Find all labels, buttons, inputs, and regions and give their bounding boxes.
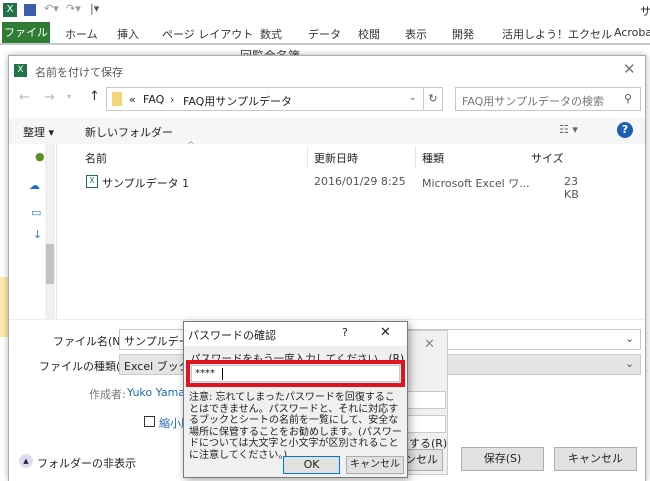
- refresh-button[interactable]: ↻: [423, 87, 443, 111]
- command-bar: 整理 ▾ 新しいフォルダー ☷ ▾ ?: [9, 118, 645, 144]
- save-icon[interactable]: [24, 4, 36, 16]
- filename-label: ファイル名(N):: [53, 335, 129, 348]
- sort-icon: ^: [187, 141, 195, 151]
- tab-page-layout[interactable]: ページ レイアウト: [162, 26, 253, 42]
- chevron-down-icon[interactable]: ⌄: [625, 357, 634, 370]
- chevron-up-icon[interactable]: ▲: [19, 454, 33, 468]
- tab-acrobat[interactable]: Acroba: [614, 26, 650, 39]
- password-input[interactable]: ****: [191, 365, 400, 382]
- tab-formulas[interactable]: 数式: [260, 26, 282, 42]
- folder-icon: [112, 92, 122, 106]
- hide-folders-button[interactable]: フォルダーの非表示: [37, 455, 136, 471]
- organize-button[interactable]: 整理 ▾: [23, 124, 54, 140]
- tab-insert[interactable]: 挿入: [117, 26, 139, 42]
- new-folder-button[interactable]: 新しいフォルダー: [85, 124, 173, 140]
- tab-developer[interactable]: 開発: [452, 26, 474, 42]
- search-placeholder: FAQ用サンプルデータの検索: [462, 95, 604, 108]
- file-modified: 2016/01/29 8:25: [314, 175, 406, 188]
- close-icon[interactable]: ✕: [424, 337, 435, 352]
- column-size[interactable]: サイズ: [531, 150, 564, 166]
- prompt-label: パスワードをもう一度入力してください。(R): [190, 353, 405, 360]
- pc-icon[interactable]: ▭: [31, 206, 41, 219]
- save-button[interactable]: 保存(S): [461, 447, 544, 471]
- column-modified[interactable]: 更新日時: [314, 150, 358, 166]
- ribbon-tabs: ファイル ホーム 挿入 ページ レイアウト 数式 データ 校閲 表示 開発 活用…: [0, 20, 650, 45]
- forward-icon[interactable]: →: [44, 90, 55, 105]
- tab-katsuyou[interactable]: 活用しよう！エクセル: [502, 26, 612, 42]
- scrollbar-thumb[interactable]: [46, 244, 54, 284]
- dialog-title: 名前を付けて保存: [35, 66, 123, 79]
- chevron-down-icon[interactable]: ⌄: [409, 93, 417, 103]
- dialog-title: パスワードの確認: [188, 329, 276, 342]
- excel-logo-icon: X: [14, 64, 27, 77]
- close-icon[interactable]: ✕: [623, 60, 636, 78]
- cancel-button[interactable]: キャンセル: [554, 447, 637, 471]
- scrollbar[interactable]: [45, 144, 55, 319]
- cancel-button[interactable]: キャンセル: [346, 456, 404, 474]
- navigation-pane: ● ☁ ▭ ↓: [9, 144, 57, 319]
- column-type[interactable]: 種類: [422, 150, 444, 166]
- file-list-header: 名前 ^ 更新日時 種類 サイズ: [69, 141, 645, 168]
- tab-home[interactable]: ホーム: [65, 26, 98, 42]
- chevron-down-icon[interactable]: ⌄: [625, 332, 634, 345]
- warning-note: 注意: 忘れてしまったパスワードを回復することはできません。パスワードと、それに…: [189, 392, 402, 461]
- selected-cells: [0, 277, 8, 337]
- tab-review[interactable]: 校閲: [358, 26, 380, 42]
- tab-view[interactable]: 表示: [405, 26, 427, 42]
- excel-logo-icon: X: [3, 3, 17, 17]
- filetype-value: Excel ブック: [124, 360, 190, 373]
- address-bar[interactable]: « FAQ › FAQ用サンプルデータ ⌄: [106, 87, 424, 111]
- quick-access-toolbar: X ↶▾ ↷▾ |▾ サ: [0, 0, 650, 20]
- redo-icon[interactable]: ↷▾: [66, 2, 81, 15]
- author-label: 作成者:: [89, 388, 126, 401]
- confirm-password-dialog: パスワードの確認 ? ✕ パスワードをもう一度入力してください。(R) ****…: [183, 321, 408, 478]
- customize-icon[interactable]: |▾: [90, 2, 99, 15]
- recent-icon[interactable]: ▾: [67, 92, 71, 101]
- up-icon[interactable]: ↑: [89, 89, 100, 104]
- onedrive-icon[interactable]: ☁: [29, 179, 40, 192]
- file-row[interactable]: X サンプルデータ 1 2016/01/29 8:25 Microsoft Ex…: [69, 172, 579, 201]
- ok-button[interactable]: OK: [283, 456, 340, 474]
- breadcrumb-overflow[interactable]: «: [129, 93, 136, 106]
- window-title: サ: [640, 5, 650, 18]
- view-options-icon[interactable]: ☷ ▾: [559, 123, 578, 136]
- download-icon[interactable]: ↓: [33, 228, 42, 241]
- search-icon[interactable]: ⚲: [624, 92, 632, 105]
- close-button[interactable]: ✕: [380, 325, 391, 340]
- column-name[interactable]: 名前: [85, 150, 107, 166]
- undo-icon[interactable]: ↶▾: [44, 2, 59, 15]
- thumbnail-checkbox[interactable]: [144, 416, 155, 427]
- search-input[interactable]: FAQ用サンプルデータの検索 ⚲: [455, 87, 641, 111]
- help-icon[interactable]: ?: [617, 122, 633, 138]
- back-icon[interactable]: ←: [19, 90, 30, 105]
- file-size: 23 KB: [564, 175, 579, 201]
- help-button[interactable]: ?: [342, 326, 348, 339]
- text-cursor: [222, 368, 223, 380]
- user-icon[interactable]: ●: [35, 150, 45, 163]
- breadcrumb-separator: ›: [170, 93, 175, 106]
- file-name: サンプルデータ 1: [102, 177, 190, 190]
- titlebar: パスワードの確認 ? ✕: [184, 322, 407, 346]
- file-type: Microsoft Excel ワ...: [422, 177, 530, 190]
- breadcrumb-faq[interactable]: FAQ: [143, 93, 164, 106]
- tab-file[interactable]: ファイル: [2, 22, 50, 43]
- password-value: ****: [195, 368, 215, 379]
- tab-data[interactable]: データ: [308, 26, 341, 42]
- breadcrumb-current[interactable]: FAQ用サンプルデータ: [183, 93, 292, 109]
- excel-file-icon: X: [86, 175, 98, 188]
